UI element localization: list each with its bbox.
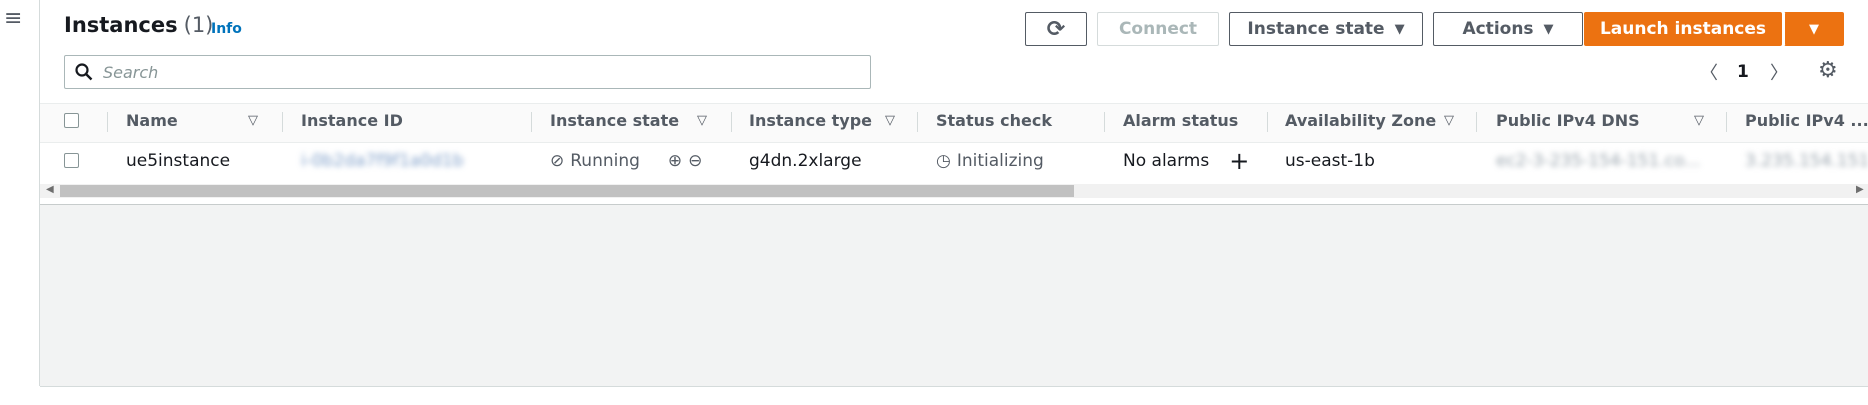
page-title: Instances (1) <box>64 13 213 37</box>
caret-down-icon: ▼ <box>1809 21 1819 37</box>
zoom-out-icon[interactable]: ⊖ <box>688 151 702 171</box>
public-ip-value: 3.235.154.151 <box>1745 151 1868 171</box>
scroll-right-arrow[interactable]: ▶ <box>1856 184 1864 195</box>
connect-label: Connect <box>1118 19 1198 39</box>
search-placeholder: Search <box>103 62 159 82</box>
instance-name: ue5instance <box>126 151 231 171</box>
instance-count: (1) <box>183 13 214 37</box>
column-header-public-ip[interactable]: Public IPv4 ... <box>1745 111 1868 130</box>
instance-id-link[interactable]: i-0b2da7f9f1a0d1b <box>301 151 464 171</box>
status-check-value: Initializing <box>956 151 1044 171</box>
cell-public-ip: 3.235.154.151 <box>1745 151 1868 171</box>
caret-down-icon: ▼ <box>1543 21 1554 37</box>
cell-name: ue5instance <box>126 151 230 171</box>
chevron-left-icon: 〈 <box>1700 63 1718 84</box>
refresh-icon: ⟳ <box>1046 16 1066 42</box>
launch-instances-button[interactable]: Launch instances <box>1584 12 1782 46</box>
actions-dropdown[interactable]: Actions ▼ <box>1433 12 1583 46</box>
prev-page-button[interactable]: 〈 <box>1700 58 1718 86</box>
connect-button[interactable]: Connect <box>1097 12 1219 46</box>
page-number[interactable]: 1 <box>1737 58 1749 86</box>
cell-instance-id[interactable]: i-0b2da7f9f1a0d1b <box>301 151 464 171</box>
scrollbar-thumb[interactable] <box>60 185 1074 197</box>
public-dns-value: ec2-3-235-154-151.co... <box>1496 151 1701 171</box>
cell-availability-zone: us-east-1b <box>1285 151 1375 171</box>
column-divider <box>107 112 108 132</box>
column-header-instance-id[interactable]: Instance ID <box>301 111 403 130</box>
cell-instance-state: ⊘ Running ⊕ ⊖ <box>550 151 702 171</box>
select-all-checkbox[interactable] <box>64 113 79 128</box>
search-input[interactable]: Search <box>64 55 871 89</box>
title-text: Instances <box>64 13 178 37</box>
current-page: 1 <box>1737 62 1749 82</box>
column-divider <box>531 112 532 132</box>
search-icon <box>75 63 93 81</box>
zoom-in-icon[interactable]: ⊕ <box>668 151 682 171</box>
cell-instance-type: g4dn.2xlarge <box>749 151 862 171</box>
column-header-name[interactable]: Name <box>126 111 178 130</box>
instance-state-value: Running <box>570 151 640 171</box>
caret-down-icon: ▼ <box>1394 21 1405 37</box>
column-divider <box>282 112 283 132</box>
column-divider <box>1104 112 1105 132</box>
column-header-public-dns[interactable]: Public IPv4 DNS <box>1496 111 1640 130</box>
refresh-button[interactable]: ⟳ <box>1025 12 1087 46</box>
clock-icon: ◷ <box>936 151 951 171</box>
row-checkbox[interactable] <box>64 153 79 168</box>
sort-icon[interactable]: ▽ <box>697 113 707 128</box>
next-page-button[interactable]: 〉 <box>1770 58 1788 86</box>
add-alarm-icon[interactable]: + <box>1229 149 1249 173</box>
hamburger-icon[interactable]: ≡ <box>4 8 26 30</box>
sort-icon[interactable]: ▽ <box>885 113 895 128</box>
alarm-status-value: No alarms <box>1123 151 1210 171</box>
instance-state-dropdown[interactable]: Instance state ▼ <box>1229 12 1423 46</box>
column-divider <box>1476 112 1477 132</box>
chevron-right-icon: 〉 <box>1770 63 1788 84</box>
launch-label: Launch instances <box>1599 19 1767 39</box>
cell-status-check: ◷ Initializing <box>936 151 1044 171</box>
column-divider <box>731 112 732 132</box>
column-divider <box>1267 112 1268 132</box>
column-header-instance-type[interactable]: Instance type <box>749 111 872 130</box>
cell-public-dns: ec2-3-235-154-151.co... <box>1496 151 1700 171</box>
instance-state-label: Instance state <box>1247 19 1385 39</box>
preferences-button[interactable]: ⚙ <box>1818 56 1838 84</box>
column-header-status-check[interactable]: Status check <box>936 111 1052 130</box>
sort-icon[interactable]: ▽ <box>1694 113 1704 128</box>
column-divider <box>1726 112 1727 132</box>
column-header-alarm-status[interactable]: Alarm status <box>1123 111 1238 130</box>
gear-icon: ⚙ <box>1818 57 1838 83</box>
column-divider <box>917 112 918 132</box>
column-header-availability-zone[interactable]: Availability Zone <box>1285 111 1436 130</box>
scroll-left-arrow[interactable]: ◀ <box>46 184 54 195</box>
check-circle-icon: ⊘ <box>550 151 565 171</box>
info-link[interactable]: Info <box>211 21 242 37</box>
sort-icon[interactable]: ▽ <box>248 113 258 128</box>
cell-alarm-status: No alarms + <box>1123 149 1249 173</box>
sort-icon[interactable]: ▽ <box>1444 113 1454 128</box>
instance-type-value: g4dn.2xlarge <box>749 151 862 171</box>
availability-zone-value: us-east-1b <box>1285 151 1375 171</box>
column-header-instance-state[interactable]: Instance state <box>550 111 679 130</box>
actions-label: Actions <box>1462 19 1534 39</box>
launch-options-dropdown[interactable]: ▼ <box>1784 12 1844 46</box>
